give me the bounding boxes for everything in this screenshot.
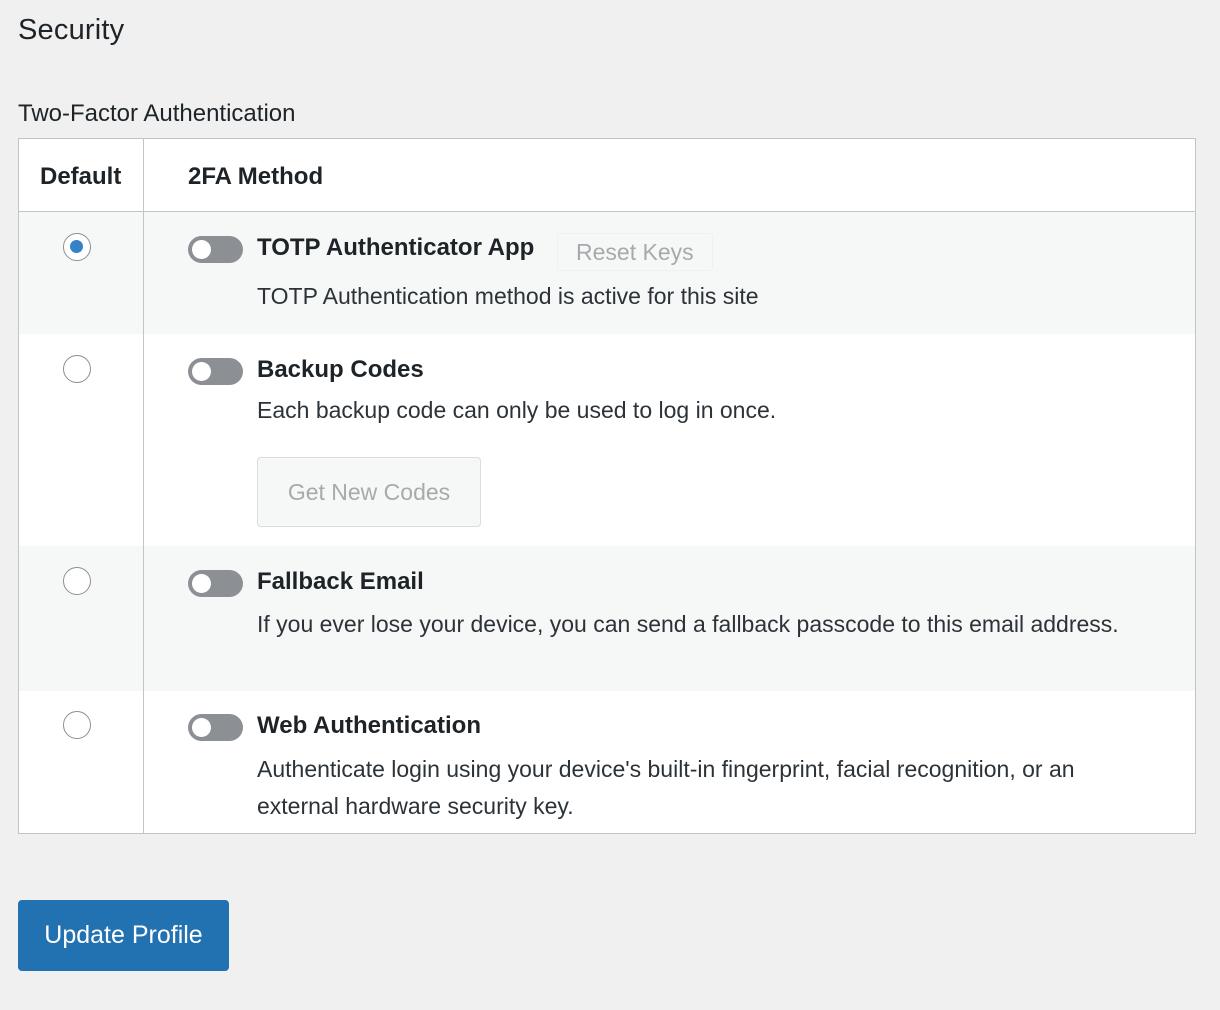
method-desc-web-authentication: Authenticate login using your device's b… xyxy=(257,756,1075,819)
method-title-fallback-email: Fallback Email xyxy=(257,568,424,595)
toggle-fallback-email[interactable] xyxy=(188,570,243,597)
method-title-totp: TOTP Authenticator App xyxy=(257,234,535,261)
update-profile-button[interactable]: Update Profile xyxy=(18,900,229,971)
get-new-codes-button[interactable]: Get New Codes xyxy=(257,457,481,527)
default-radio-backup-codes[interactable] xyxy=(63,355,91,383)
subsection-title: Two-Factor Authentication xyxy=(18,100,296,127)
table-row-totp: TOTP Authenticator App TOTP Authenticati… xyxy=(19,212,1195,334)
default-radio-totp[interactable] xyxy=(63,233,91,261)
header-default: Default xyxy=(40,163,122,190)
method-title-backup-codes: Backup Codes xyxy=(257,356,424,383)
section-title: Security xyxy=(18,14,125,46)
toggle-totp[interactable] xyxy=(188,236,243,263)
toggle-backup-codes[interactable] xyxy=(188,358,243,385)
table-row-fallback-email: Fallback Email If you ever lose your dev… xyxy=(19,546,1195,691)
table-row-web-authentication: Web Authentication Authenticate login us… xyxy=(19,691,1195,833)
method-desc-totp: TOTP Authentication method is active for… xyxy=(257,283,759,309)
method-title-web-authentication: Web Authentication xyxy=(257,712,481,739)
table-header: Default 2FA Method xyxy=(19,139,1195,212)
default-radio-fallback-email[interactable] xyxy=(63,567,91,595)
table-row-backup-codes: Backup Codes Each backup code can only b… xyxy=(19,334,1195,546)
header-2fa-method: 2FA Method xyxy=(188,163,324,190)
two-factor-table: Default 2FA Method TOTP Authenticator Ap… xyxy=(18,138,1196,834)
method-desc-backup-codes: Each backup code can only be used to log… xyxy=(257,397,777,423)
default-radio-web-authentication[interactable] xyxy=(63,711,91,739)
toggle-web-authentication[interactable] xyxy=(188,714,243,741)
method-desc-fallback-email: If you ever lose your device, you can se… xyxy=(257,611,1119,637)
reset-keys-button[interactable]: Reset Keys xyxy=(557,233,713,271)
column-divider-overlay xyxy=(143,139,144,833)
